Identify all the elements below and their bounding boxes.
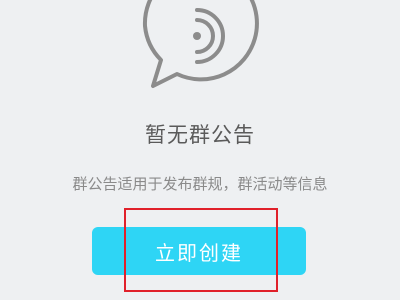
create-announcement-button[interactable]: 立即创建 (92, 227, 306, 275)
empty-state-description: 群公告适用于发布群规，群活动等信息 (72, 175, 328, 193)
group-announcement-empty-screen: 暂无群公告 群公告适用于发布群规，群活动等信息 立即创建 (0, 0, 400, 300)
empty-state-title: 暂无群公告 (145, 123, 255, 147)
announcement-bubble-icon (142, 0, 259, 88)
